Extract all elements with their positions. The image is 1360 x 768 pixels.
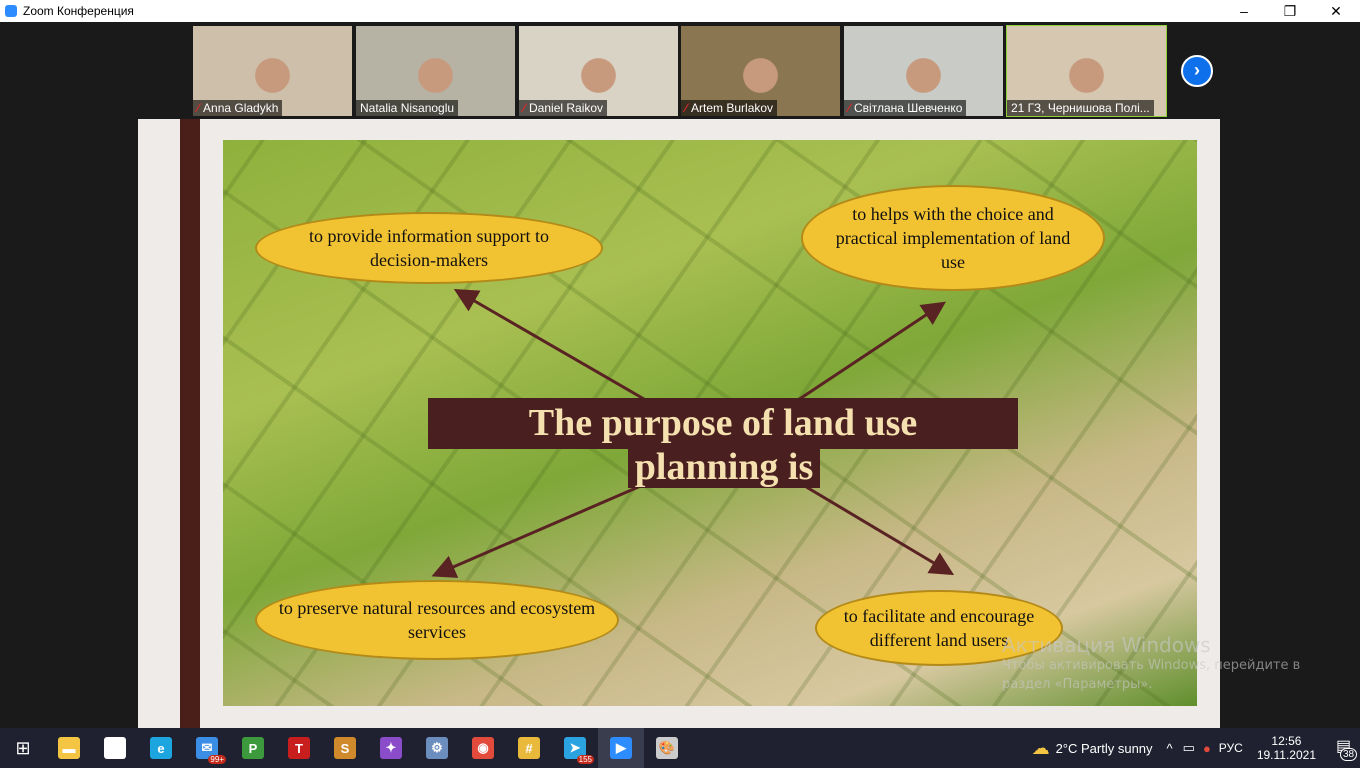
title-bar: Zoom Конференция – ❐ ✕ xyxy=(0,0,1360,22)
participant-video-tile[interactable]: Natalia Nisanoglu xyxy=(356,26,515,116)
language-indicator[interactable]: РУС xyxy=(1219,741,1243,755)
slide-side-bar xyxy=(180,119,200,728)
activation-watermark-title: Активация Windows xyxy=(1002,633,1211,657)
minimize-button[interactable]: – xyxy=(1221,0,1267,22)
participant-name-label: 21 ГЗ, Чернишова Полі... xyxy=(1007,100,1154,116)
window-title: Zoom Конференция xyxy=(23,4,134,18)
slide-background-photo: to provide information support to decisi… xyxy=(223,140,1197,706)
muted-mic-icon: ⁄ xyxy=(685,101,688,115)
taskbar-app-project-p[interactable]: P xyxy=(230,728,276,768)
taskbar-app-app-folder[interactable]: ✦ xyxy=(368,728,414,768)
system-tray: ☁ 2°C Partly sunny ^ ▭ ● РУС 12:56 19.11… xyxy=(1032,728,1360,768)
next-participants-button[interactable]: › xyxy=(1181,55,1213,87)
goal-information-support: to provide information support to decisi… xyxy=(255,212,603,284)
participant-video-tile[interactable]: ⁄ Artem Burlakov xyxy=(681,26,840,116)
clock[interactable]: 12:56 19.11.2021 xyxy=(1257,734,1316,762)
taskbar-app-control-panel[interactable]: ⚙ xyxy=(414,728,460,768)
arrow-top-right xyxy=(782,301,946,412)
participant-name: 21 ГЗ, Чернишова Полі... xyxy=(1011,101,1150,115)
restore-button[interactable]: ❐ xyxy=(1267,0,1313,22)
participant-name: Світлана Шевченко xyxy=(854,101,963,115)
slide-title-line2: planning is xyxy=(628,448,820,488)
taskbar-app-app-t[interactable]: T xyxy=(276,728,322,768)
goal-land-use-choice: to helps with the choice and practical i… xyxy=(801,185,1105,291)
app-s-icon: S xyxy=(334,737,356,759)
taskbar-app-zoom[interactable]: ▶ xyxy=(598,728,644,768)
arrow-bottom-right xyxy=(802,483,955,576)
goal-preserve-resources: to preserve natural resources and ecosys… xyxy=(255,580,619,660)
notifications-button[interactable]: ▤ 38 xyxy=(1330,728,1360,768)
app-t-icon: T xyxy=(288,737,310,759)
participant-name-label: ⁄ Daniel Raikov xyxy=(519,100,608,116)
file-explorer-icon: ▬ xyxy=(58,737,80,759)
taskbar-app-edge[interactable]: e xyxy=(138,728,184,768)
taskbar-app-slack[interactable]: # xyxy=(506,728,552,768)
taskbar-app-store[interactable]: ▣ xyxy=(92,728,138,768)
muted-mic-icon: ⁄ xyxy=(848,101,851,115)
taskbar-app-telegram[interactable]: ➤ 155 xyxy=(552,728,598,768)
windows-icon: ⊞ xyxy=(15,737,31,758)
weather-widget[interactable]: 2°C Partly sunny xyxy=(1056,741,1153,756)
taskbar: ⊞ ▬ ▣ e ✉ 99+ P T S ✦ ⚙ ◉ # ➤ 155 ▶ 🎨 ☁ 2°C Partly sunn… xyxy=(0,728,1360,768)
participant-name-label: ⁄ Світлана Шевченко xyxy=(844,100,967,116)
taskbar-app-mail[interactable]: ✉ 99+ xyxy=(184,728,230,768)
participant-name: Anna Gladykh xyxy=(203,101,279,115)
paint-icon: 🎨 xyxy=(656,737,678,759)
taskbar-app-chrome[interactable]: ◉ xyxy=(460,728,506,768)
participant-name: Natalia Nisanoglu xyxy=(360,101,455,115)
chrome-icon: ◉ xyxy=(472,737,494,759)
app-badge: 99+ xyxy=(208,755,226,764)
notification-count: 38 xyxy=(1340,748,1358,761)
close-button[interactable]: ✕ xyxy=(1313,0,1359,22)
slide-title-line1: The purpose of land use xyxy=(428,398,1018,449)
muted-mic-icon: ⁄ xyxy=(523,101,526,115)
weather-icon: ☁ xyxy=(1031,737,1050,758)
clock-time: 12:56 xyxy=(1271,734,1302,748)
participant-name-label: Natalia Nisanoglu xyxy=(356,100,459,116)
control-panel-icon: ⚙ xyxy=(426,737,448,759)
zoom-icon: ▶ xyxy=(610,737,632,759)
participant-video-tile[interactable]: ⁄ Світлана Шевченко xyxy=(844,26,1003,116)
zoom-logo-icon xyxy=(5,5,17,17)
muted-mic-icon: ⁄ xyxy=(197,101,200,115)
participant-video-tile[interactable]: 21 ГЗ, Чернишова Полі... xyxy=(1006,25,1167,117)
activation-watermark-text2: раздел «Параметры». xyxy=(1002,677,1153,692)
app-badge: 155 xyxy=(576,755,594,764)
participant-video-tile[interactable]: ⁄ Anna Gladykh xyxy=(193,26,352,116)
meet-now-icon[interactable]: ▭ xyxy=(1183,740,1195,756)
project-p-icon: P xyxy=(242,737,264,759)
taskbar-app-paint[interactable]: 🎨 xyxy=(644,728,690,768)
clock-date: 19.11.2021 xyxy=(1256,748,1316,762)
chevron-up-icon[interactable]: ^ xyxy=(1167,741,1173,756)
edge-icon: e xyxy=(150,737,172,759)
participant-name-label: ⁄ Artem Burlakov xyxy=(681,100,778,116)
participant-name: Artem Burlakov xyxy=(691,101,774,115)
taskbar-app-file-explorer[interactable]: ▬ xyxy=(46,728,92,768)
arrow-bottom-left xyxy=(431,483,644,578)
app-folder-icon: ✦ xyxy=(380,737,402,759)
participant-name: Daniel Raikov xyxy=(529,101,604,115)
participant-name-label: ⁄ Anna Gladykh xyxy=(193,100,283,116)
taskbar-app-app-s[interactable]: S xyxy=(322,728,368,768)
participant-video-tile[interactable]: ⁄ Daniel Raikov xyxy=(519,26,678,116)
app-tray-icon[interactable]: ● xyxy=(1203,741,1211,756)
store-icon: ▣ xyxy=(104,737,126,759)
slack-icon: # xyxy=(518,737,540,759)
activation-watermark-text: Чтобы активировать Windows, перейдите в xyxy=(1002,658,1301,673)
arrow-top-left xyxy=(453,288,664,412)
start-button[interactable]: ⊞ xyxy=(0,728,46,768)
